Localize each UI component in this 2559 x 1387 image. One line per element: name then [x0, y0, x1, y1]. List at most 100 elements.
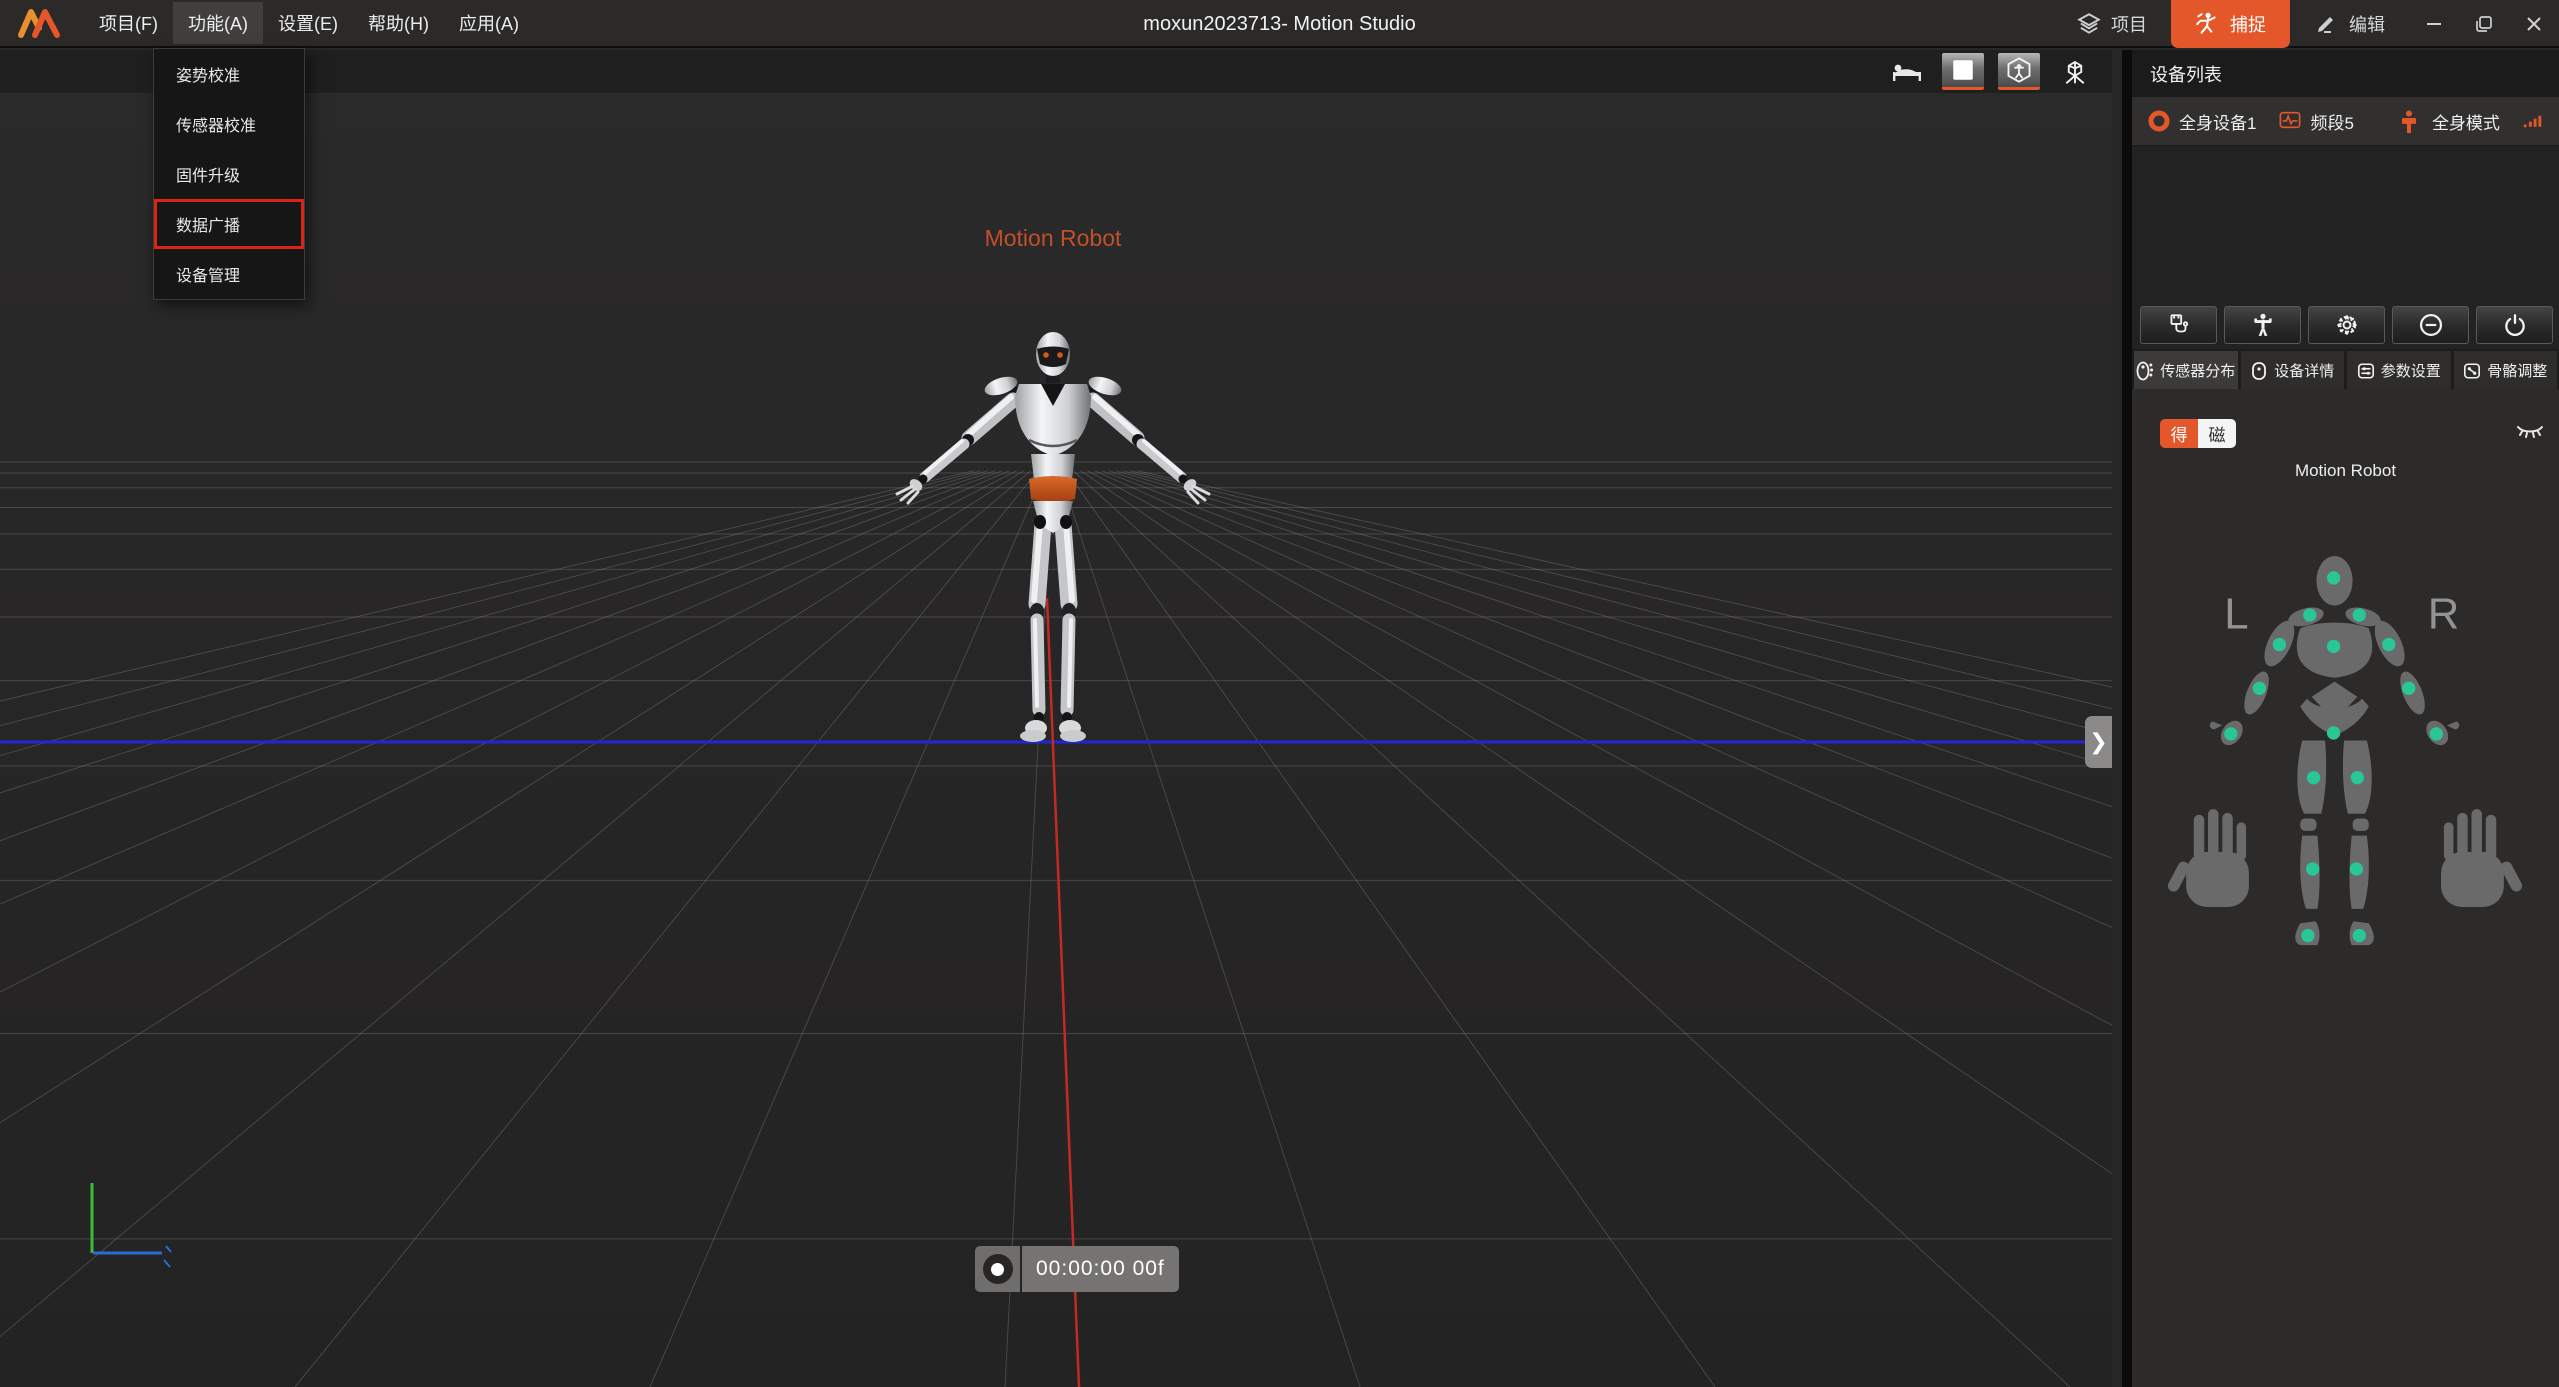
power-icon [2502, 312, 2528, 338]
edit-icon [2314, 11, 2340, 37]
device-tabs: 传感器分布设备详情参数设置骨骼调整 [2132, 349, 2559, 389]
titlebar: 项目(F)功能(A)设置(E)帮助(H)应用(A) moxun2023713- … [0, 0, 2559, 48]
viewport-tool-cube-axis[interactable] [2054, 53, 2096, 90]
maximize-icon [2474, 14, 2494, 34]
right-side-label: R [2428, 589, 2460, 638]
menu-4[interactable]: 应用(A) [444, 2, 534, 44]
mode-button-编辑[interactable]: 编辑 [2290, 0, 2409, 48]
close-icon [2524, 14, 2544, 34]
person-icon [2401, 110, 2423, 132]
minimize-icon [2424, 14, 2444, 34]
panel-gap [2132, 146, 2559, 301]
sensor-dot-4 [2273, 638, 2286, 651]
left-hand-diagram [2166, 809, 2249, 907]
minus-circle-icon [2417, 311, 2445, 339]
tab-设备详情[interactable]: 设备详情 [2241, 351, 2345, 389]
sensor-dot-3 [2327, 640, 2340, 653]
minimize-button[interactable] [2409, 0, 2459, 48]
viewport-3d[interactable]: Motion Robot [0, 50, 2112, 1387]
sensor-dot-2 [2353, 608, 2366, 621]
device-toolbar [2132, 301, 2559, 349]
toggle-accel[interactable]: 得 [2160, 419, 2198, 448]
dropdown-item-3[interactable]: 数据广播 [154, 199, 304, 249]
sensor-dot-8 [2224, 727, 2237, 740]
viewport-tool-sleep[interactable] [1886, 53, 1928, 90]
menu-2[interactable]: 设置(E) [263, 2, 353, 44]
viewport-tool-square[interactable] [1942, 53, 1984, 90]
signal-icon [2523, 110, 2545, 132]
mode-button-捕捉[interactable]: 捕捉 [2171, 0, 2290, 48]
device-list-header: 设备列表 [2132, 50, 2559, 97]
sleep-icon [1890, 60, 1924, 84]
dropdown-item-2[interactable]: 固件升级 [154, 149, 304, 199]
toggle-magnet[interactable]: 磁 [2198, 419, 2236, 448]
record-bar: 00:00:00 00f [975, 1246, 1179, 1292]
device-name: 全身设备1 [2179, 109, 2256, 134]
model-name: Motion Robot [2132, 461, 2559, 481]
sensor-dot-7 [2402, 682, 2415, 695]
sensor-dot-16 [2353, 929, 2366, 942]
motion-studio-app: 项目(F)功能(A)设置(E)帮助(H)应用(A) moxun2023713- … [0, 0, 2559, 1387]
panel-expand-handle[interactable]: ❯ [2085, 716, 2112, 768]
robot-name-label: Motion Robot [953, 225, 1153, 252]
robot-model [833, 322, 1273, 752]
device-tool-gear[interactable] [2308, 306, 2385, 344]
sensor-dot-0 [2327, 571, 2340, 584]
sensor-dot-12 [2351, 771, 2364, 784]
menu-3[interactable]: 帮助(H) [353, 2, 444, 44]
device-tool-power[interactable] [2476, 306, 2553, 344]
timecode-display: 00:00:00 00f [1022, 1246, 1179, 1292]
menu-0[interactable]: 项目(F) [84, 2, 173, 44]
dropdown-item-4[interactable]: 设备管理 [154, 249, 304, 299]
function-dropdown-menu: 姿势校准传感器校准固件升级数据广播设备管理 [153, 48, 305, 300]
sensor-dot-14 [2350, 862, 2363, 875]
sensor-dot-11 [2307, 771, 2320, 784]
param-icon [2357, 361, 2375, 379]
maximize-button[interactable] [2459, 0, 2509, 48]
tab-骨骼调整[interactable]: 骨骼调整 [2454, 351, 2558, 389]
sensor-dist-icon [2136, 361, 2154, 379]
sensor-dot-13 [2306, 862, 2319, 875]
sensor-dot-5 [2382, 638, 2395, 651]
right-hand-diagram [2441, 809, 2524, 907]
device-tool-pose[interactable] [2224, 306, 2301, 344]
menu-1[interactable]: 功能(A) [173, 2, 263, 44]
left-side-label: L [2224, 589, 2248, 638]
usb-icon [2166, 312, 2192, 338]
avatar-box-icon [2005, 56, 2033, 84]
sensor-distribution-view: 得 磁 Motion Robot [2132, 389, 2559, 1387]
pose-icon [2250, 312, 2276, 338]
body-sensor-diagram: L R [2150, 531, 2540, 1011]
dropdown-item-1[interactable]: 传感器校准 [154, 99, 304, 149]
app-logo-icon [16, 6, 62, 40]
sensor-dot-10 [2327, 726, 2340, 739]
viewport-tool-avatar-box[interactable] [1998, 53, 2040, 90]
device-row[interactable]: 全身设备1 频段5 全身模式 [2132, 97, 2559, 146]
ring-icon [2148, 110, 2170, 132]
tab-传感器分布[interactable]: 传感器分布 [2134, 351, 2238, 389]
device-tool-minus-circle[interactable] [2392, 306, 2469, 344]
eye-closed-icon[interactable] [2513, 415, 2547, 445]
device-channel: 频段5 [2310, 109, 2353, 134]
sensor-dot-15 [2301, 929, 2314, 942]
capture-icon [2195, 11, 2221, 37]
dropdown-item-0[interactable]: 姿势校准 [154, 49, 304, 99]
layers-icon [2076, 11, 2102, 37]
viewport-toolbar [0, 50, 2112, 93]
device-info-icon [2250, 361, 2268, 379]
sensor-mode-toggle: 得 磁 [2160, 419, 2236, 448]
sensor-dot-1 [2303, 608, 2316, 621]
window-title: moxun2023713- Motion Studio [1143, 0, 1415, 48]
device-tool-usb[interactable] [2140, 306, 2217, 344]
tab-参数设置[interactable]: 参数设置 [2347, 351, 2451, 389]
device-panel: 设备列表 全身设备1 频段5 全身模式 传感器分布设备详情参数设置骨骼调整 得 … [2122, 50, 2559, 1387]
sensor-dot-9 [2430, 727, 2443, 740]
device-mode: 全身模式 [2432, 109, 2500, 134]
gear-icon [2333, 311, 2361, 339]
skeleton-icon [2463, 361, 2481, 379]
record-icon [983, 1254, 1013, 1284]
record-button[interactable] [975, 1246, 1022, 1292]
close-button[interactable] [2509, 0, 2559, 48]
mode-button-项目[interactable]: 项目 [2052, 0, 2171, 48]
square-icon [1950, 57, 1976, 83]
